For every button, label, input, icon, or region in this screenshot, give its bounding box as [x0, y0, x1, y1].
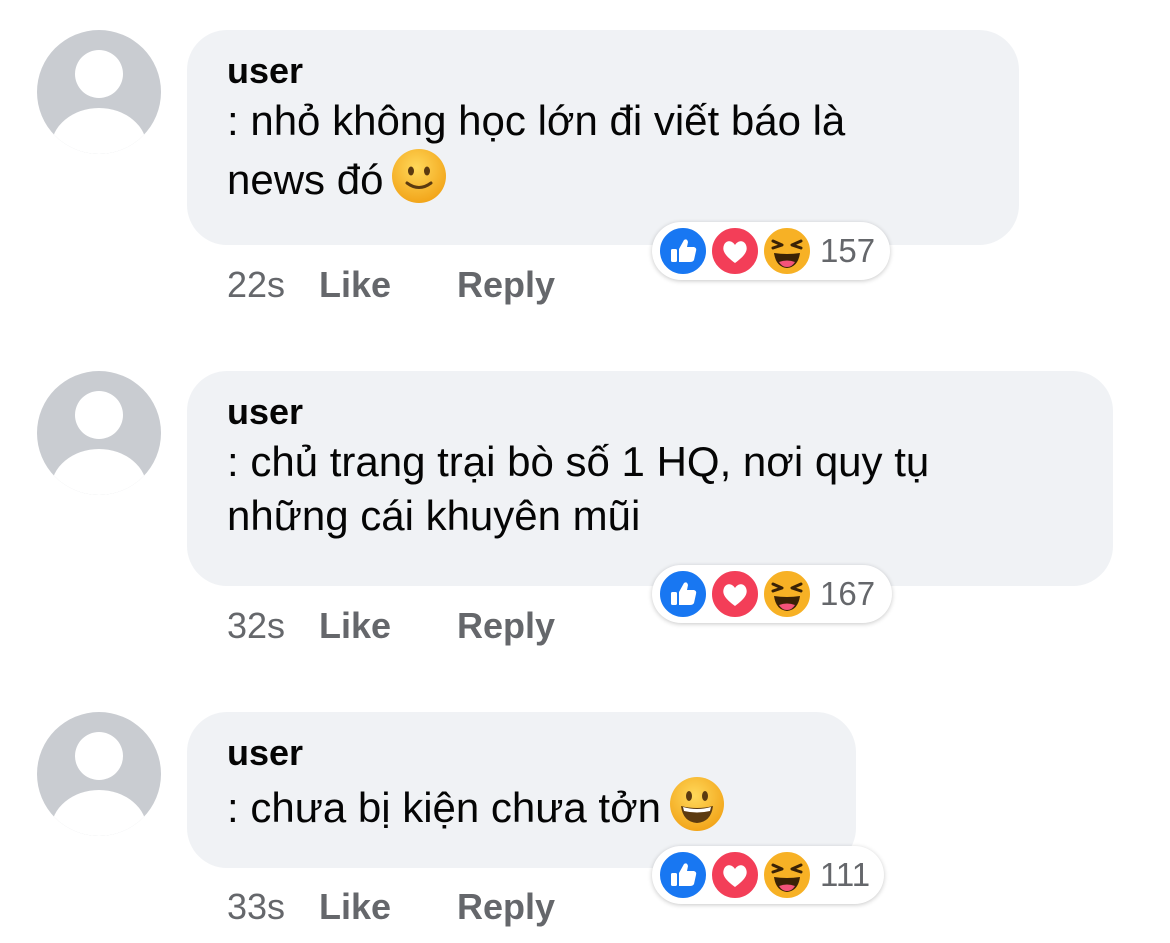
comment-author[interactable]: user: [227, 391, 1073, 433]
comment-timestamp[interactable]: 22s: [227, 265, 319, 305]
haha-reaction-icon: [762, 226, 812, 276]
reply-button[interactable]: Reply: [457, 887, 555, 927]
like-button[interactable]: Like: [319, 265, 457, 305]
comment-author[interactable]: user: [227, 732, 816, 774]
comment-bubble: user : chủ trang trại bò số 1 HQ, nơi qu…: [187, 371, 1113, 586]
comment-timestamp[interactable]: 33s: [227, 887, 319, 927]
avatar-body-shape: [51, 108, 147, 154]
comment-text: : nhỏ không học lớn đi viết báo là news …: [227, 94, 979, 207]
like-reaction-icon: [658, 226, 708, 276]
comment-text-line: những cái khuyên mũi: [227, 492, 641, 539]
haha-reaction-icon: [762, 569, 812, 619]
avatar[interactable]: [37, 712, 161, 836]
comment-text: : chưa bị kiện chưa tởn: [227, 776, 816, 835]
reaction-summary[interactable]: 157: [652, 222, 890, 280]
comment-meta: 22s Like Reply: [227, 265, 555, 305]
comment-text-line-content: news đó: [227, 156, 384, 203]
comment-text: : chủ trang trại bò số 1 HQ, nơi quy tụ …: [227, 435, 1073, 543]
reaction-count: 111: [820, 856, 871, 893]
comment-text-line: : nhỏ không học lớn đi viết báo là: [227, 97, 846, 144]
comment-text-line: news đó: [227, 148, 979, 207]
reply-button[interactable]: Reply: [457, 606, 555, 646]
like-reaction-icon: [658, 850, 708, 900]
reply-button[interactable]: Reply: [457, 265, 555, 305]
avatar-head-shape: [75, 732, 123, 780]
love-reaction-icon: [710, 226, 760, 276]
reaction-summary[interactable]: 167: [652, 565, 892, 623]
comment-author[interactable]: user: [227, 50, 979, 92]
slightly-smiling-face-icon: [391, 148, 447, 204]
avatar-head-shape: [75, 50, 123, 98]
love-reaction-icon: [710, 850, 760, 900]
comment-thread: user : nhỏ không học lớn đi viết báo là …: [0, 0, 1170, 943]
avatar[interactable]: [37, 30, 161, 154]
haha-reaction-icon: [762, 850, 812, 900]
like-button[interactable]: Like: [319, 887, 457, 927]
comment-bubble: user : chưa bị kiện chưa tởn: [187, 712, 856, 868]
reaction-summary[interactable]: 111: [652, 846, 884, 904]
avatar-head-shape: [75, 391, 123, 439]
reaction-count: 167: [820, 575, 876, 612]
reaction-count: 157: [820, 232, 876, 269]
like-reaction-icon: [658, 569, 708, 619]
avatar-body-shape: [51, 790, 147, 836]
like-button[interactable]: Like: [319, 606, 457, 646]
comment-bubble: user : nhỏ không học lớn đi viết báo là …: [187, 30, 1019, 245]
avatar[interactable]: [37, 371, 161, 495]
comment-meta: 33s Like Reply: [227, 887, 555, 927]
comment-text-line-content: : chưa bị kiện chưa tởn: [227, 784, 661, 831]
comment-meta: 32s Like Reply: [227, 606, 555, 646]
comment-text-line: : chủ trang trại bò số 1 HQ, nơi quy tụ: [227, 438, 930, 485]
avatar-body-shape: [51, 449, 147, 495]
love-reaction-icon: [710, 569, 760, 619]
comment-text-line: : chưa bị kiện chưa tởn: [227, 776, 816, 835]
comment-timestamp[interactable]: 32s: [227, 606, 319, 646]
grinning-face-icon: [669, 776, 725, 832]
